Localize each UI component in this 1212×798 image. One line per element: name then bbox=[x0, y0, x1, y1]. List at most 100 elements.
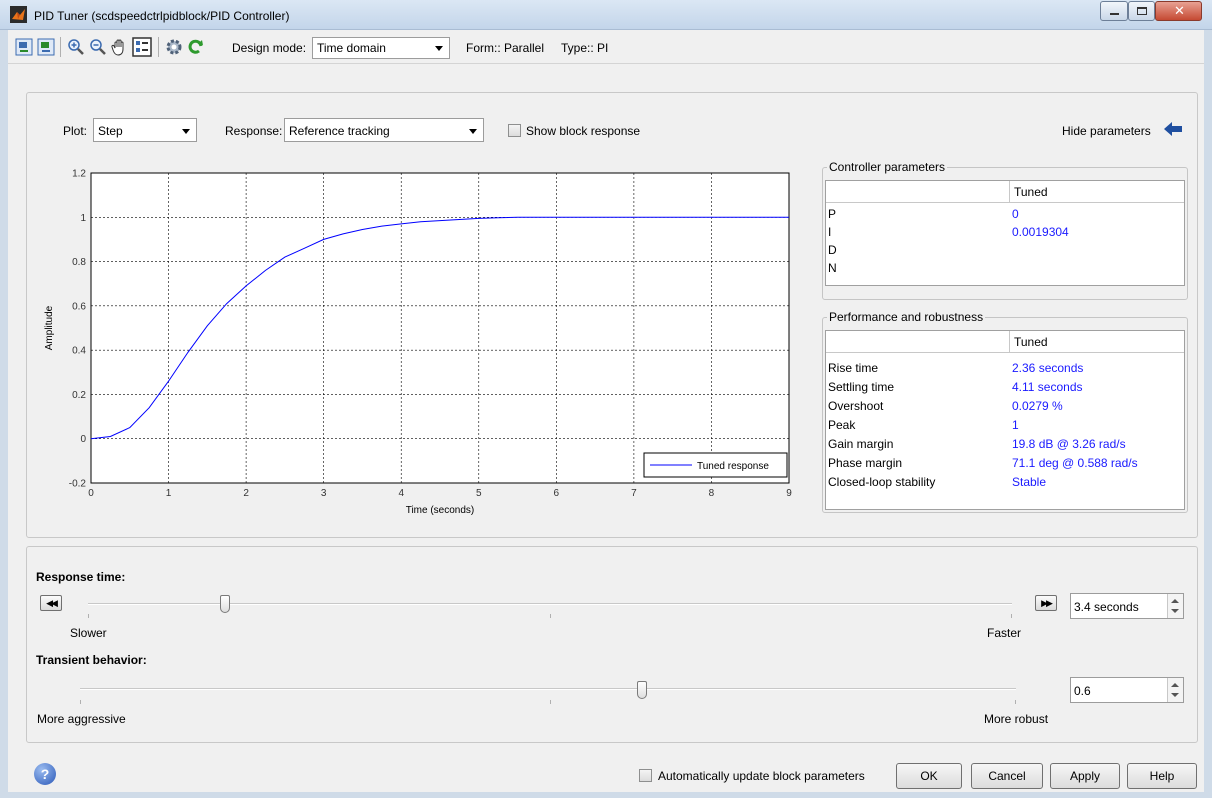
refresh-icon[interactable] bbox=[186, 37, 206, 57]
import-plant-icon[interactable] bbox=[14, 37, 34, 57]
metric-name: Rise time bbox=[828, 361, 879, 375]
maximize-button[interactable] bbox=[1128, 1, 1155, 21]
minimize-button[interactable] bbox=[1100, 1, 1128, 21]
transient-slider-track[interactable] bbox=[80, 688, 1016, 690]
response-time-faster-button[interactable]: ▶▶ bbox=[1035, 595, 1057, 611]
response-time-input[interactable]: 3.4 seconds bbox=[1070, 593, 1184, 619]
column-divider bbox=[1009, 181, 1010, 203]
response-time-value: 3.4 seconds bbox=[1074, 600, 1139, 614]
metric-name: Peak bbox=[828, 418, 856, 432]
transient-behavior-label: Transient behavior: bbox=[36, 653, 147, 667]
metric-value: 71.1 deg @ 0.588 rad/s bbox=[1012, 456, 1138, 470]
toolbar-separator bbox=[60, 37, 61, 57]
slider-tick bbox=[550, 700, 551, 704]
show-block-response-checkbox[interactable] bbox=[508, 124, 521, 137]
metric-name: Settling time bbox=[828, 380, 895, 394]
slider-tick bbox=[80, 700, 81, 704]
spin-up-icon[interactable] bbox=[1171, 599, 1179, 603]
x-tick-label: 6 bbox=[554, 488, 560, 499]
controller-parameters-table[interactable]: Tuned P 0 I 0.0019304 D N bbox=[825, 180, 1185, 286]
toolbar-separator bbox=[158, 37, 159, 57]
spinner-buttons[interactable] bbox=[1167, 678, 1183, 702]
param-name: P bbox=[828, 207, 837, 221]
hide-parameters-link[interactable]: Hide parameters bbox=[1062, 124, 1151, 138]
param-value: 0 bbox=[1012, 207, 1019, 221]
y-tick-label: 1 bbox=[80, 213, 86, 224]
x-tick-label: 9 bbox=[786, 488, 792, 499]
param-name: I bbox=[828, 225, 832, 239]
help-button[interactable]: Help bbox=[1127, 763, 1197, 789]
legend-label: Tuned response bbox=[697, 461, 769, 472]
transient-slider-thumb[interactable] bbox=[636, 681, 647, 699]
spinner-buttons[interactable] bbox=[1167, 594, 1183, 618]
y-tick-label: -0.2 bbox=[69, 479, 87, 490]
form-label: Form:: Parallel bbox=[466, 41, 545, 55]
cancel-button[interactable]: Cancel bbox=[971, 763, 1043, 789]
x-tick-label: 0 bbox=[88, 488, 94, 499]
minimize-icon bbox=[1110, 13, 1119, 15]
apply-button[interactable]: Apply bbox=[1050, 763, 1120, 789]
toolbar: Design mode: Time domain Form:: Parallel… bbox=[8, 30, 1204, 64]
spin-down-icon[interactable] bbox=[1171, 693, 1179, 697]
x-tick-label: 7 bbox=[631, 488, 637, 499]
spin-up-icon[interactable] bbox=[1171, 683, 1179, 687]
slower-label: Slower bbox=[70, 626, 107, 640]
param-name: D bbox=[828, 243, 837, 257]
transient-value: 0.6 bbox=[1074, 684, 1091, 698]
performance-table[interactable]: Tuned Rise time 2.36 seconds Settling tim… bbox=[825, 330, 1185, 510]
help-icon[interactable]: ? bbox=[34, 763, 56, 785]
chevron-down-icon bbox=[435, 46, 443, 51]
transient-input[interactable]: 0.6 bbox=[1070, 677, 1184, 703]
auto-update-checkbox[interactable] bbox=[639, 769, 652, 782]
more-robust-label: More robust bbox=[984, 712, 1049, 726]
x-tick-label: 1 bbox=[166, 488, 172, 499]
metric-value: 0.0279 % bbox=[1012, 399, 1063, 413]
performance-robustness-title: Performance and robustness bbox=[827, 310, 986, 324]
plot-type-dropdown[interactable]: Step bbox=[93, 118, 197, 142]
design-mode-dropdown[interactable]: Time domain bbox=[312, 37, 450, 59]
close-button[interactable]: ✕ bbox=[1155, 1, 1202, 21]
y-tick-label: 1.2 bbox=[72, 169, 86, 180]
x-tick-label: 3 bbox=[321, 488, 327, 499]
spin-down-icon[interactable] bbox=[1171, 609, 1179, 613]
options-gear-icon[interactable] bbox=[164, 37, 184, 57]
y-tick-label: 0.4 bbox=[72, 346, 86, 357]
x-axis-label: Time (seconds) bbox=[406, 505, 475, 516]
faster-label: Faster bbox=[987, 626, 1022, 640]
y-tick-label: 0.8 bbox=[72, 257, 86, 268]
metric-name: Gain margin bbox=[828, 437, 894, 451]
controller-parameters-title: Controller parameters bbox=[827, 160, 948, 174]
response-time-slower-button[interactable]: ◀◀ bbox=[40, 595, 62, 611]
column-header-tuned: Tuned bbox=[1014, 185, 1048, 199]
zoom-out-icon[interactable] bbox=[88, 37, 108, 57]
slider-tick bbox=[88, 614, 89, 618]
x-tick-label: 8 bbox=[709, 488, 715, 499]
response-time-slider-thumb[interactable] bbox=[219, 595, 230, 613]
y-tick-label: 0.6 bbox=[72, 301, 86, 312]
export-icon[interactable] bbox=[36, 37, 56, 57]
zoom-in-icon[interactable] bbox=[66, 37, 86, 57]
auto-update-label: Automatically update block parameters bbox=[658, 769, 865, 783]
slider-tick bbox=[1015, 700, 1016, 704]
metric-name: Closed-loop stability bbox=[828, 475, 936, 489]
legend: Tuned response bbox=[643, 452, 788, 478]
metric-value: 19.8 dB @ 3.26 rad/s bbox=[1012, 437, 1126, 451]
performance-robustness-group: Performance and robustness Tuned Rise ti… bbox=[822, 310, 1188, 513]
plot-area bbox=[90, 172, 790, 484]
more-aggressive-label: More aggressive bbox=[37, 712, 126, 726]
y-tick-label: 0 bbox=[80, 434, 86, 445]
title-bar: PID Tuner (scdspeedctrlpidblock/PID Cont… bbox=[0, 0, 1212, 30]
chevron-down-icon bbox=[182, 129, 190, 134]
response-dropdown[interactable]: Reference tracking bbox=[284, 118, 484, 142]
x-tick-label: 2 bbox=[243, 488, 249, 499]
ok-button[interactable]: OK bbox=[896, 763, 962, 789]
arrow-left-icon[interactable] bbox=[1164, 122, 1182, 136]
close-icon: ✕ bbox=[1174, 3, 1185, 18]
column-divider bbox=[1009, 331, 1010, 353]
pan-hand-icon[interactable] bbox=[110, 37, 130, 57]
plot-label: Plot: bbox=[63, 124, 88, 138]
metric-name: Phase margin bbox=[828, 456, 903, 470]
metric-name: Overshoot bbox=[828, 399, 884, 413]
data-cursor-icon[interactable] bbox=[132, 37, 152, 57]
param-name: N bbox=[828, 261, 837, 275]
